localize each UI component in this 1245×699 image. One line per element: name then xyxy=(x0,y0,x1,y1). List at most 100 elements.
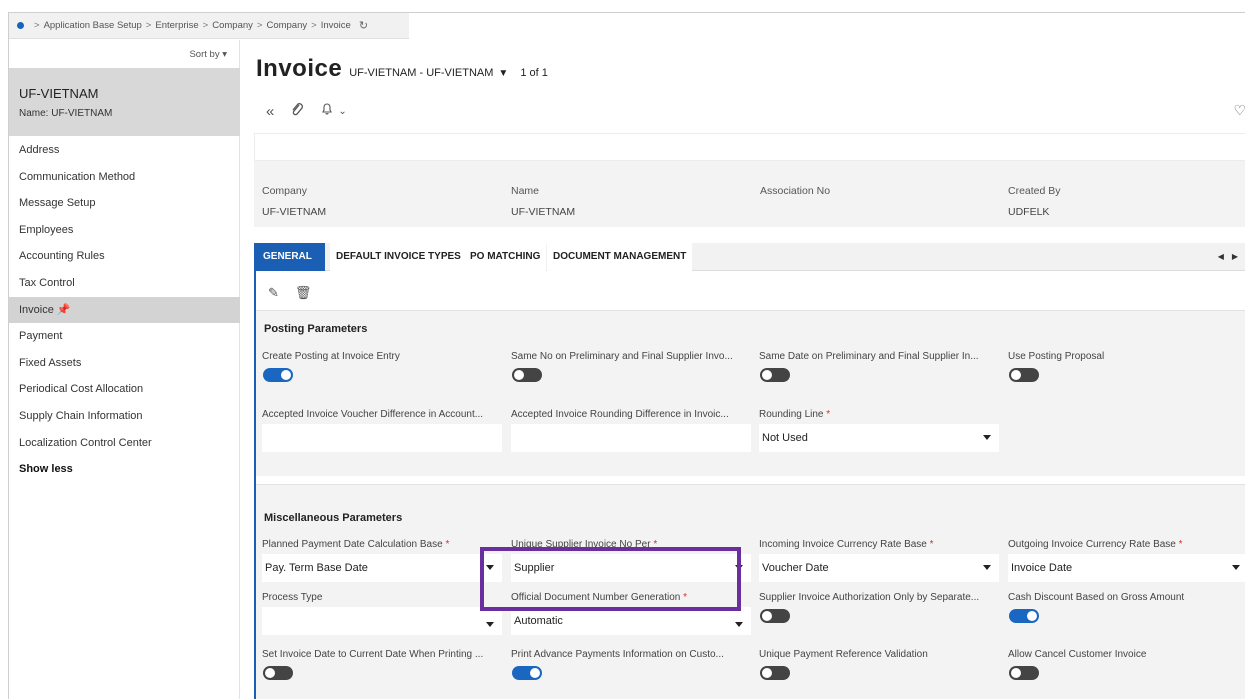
app-frame: > Application Base Setup > Enterprise > … xyxy=(8,12,1245,699)
sidebar-item-payment[interactable]: Payment xyxy=(9,323,240,350)
home-dot-icon[interactable] xyxy=(17,22,24,29)
unique-supplier-select[interactable]: Supplier xyxy=(511,554,751,582)
tab-po-matching[interactable]: PO MATCHING xyxy=(464,243,547,271)
name-value: UF-VIETNAM xyxy=(511,206,576,218)
create-posting-toggle[interactable] xyxy=(263,368,293,382)
incoming-rate-field: Incoming Invoice Currency Rate Base * Vo… xyxy=(759,539,999,582)
breadcrumb-item-company-2[interactable]: Company xyxy=(266,20,307,31)
posting-parameters-title: Posting Parameters xyxy=(264,323,368,335)
voucher-diff-input[interactable] xyxy=(262,424,502,452)
sidebar-item-address[interactable]: Address xyxy=(9,137,240,164)
misc-parameters-section: Miscellaneous Parameters Planned Payment… xyxy=(256,484,1245,699)
chevron-down-icon[interactable]: ⌄ xyxy=(338,106,346,117)
breadcrumb-item-company[interactable]: Company xyxy=(212,20,253,31)
planned-payment-value: Pay. Term Base Date xyxy=(265,562,368,574)
use-posting-proposal-field: Use Posting Proposal xyxy=(1008,351,1245,382)
sidebar-item-supply-chain-information[interactable]: Supply Chain Information xyxy=(9,403,240,430)
arrow-left-icon[interactable]: ◀ xyxy=(1218,252,1232,261)
misc-parameters-title: Miscellaneous Parameters xyxy=(264,512,403,524)
sidebar-item-localization-control-center[interactable]: Localization Control Center xyxy=(9,430,240,457)
sidebar-item-accounting-rules[interactable]: Accounting Rules xyxy=(9,243,240,270)
sidebar-item-fixed-assets[interactable]: Fixed Assets xyxy=(9,350,240,377)
tab-general[interactable]: GENERAL xyxy=(254,243,325,271)
outgoing-rate-value: Invoice Date xyxy=(1011,562,1073,574)
trash-icon[interactable]: 🗑 xyxy=(295,285,312,301)
outgoing-rate-label: Outgoing Invoice Currency Rate Base * xyxy=(1008,539,1245,550)
supplier-auth-toggle[interactable] xyxy=(760,609,790,623)
allow-cancel-toggle[interactable] xyxy=(1009,666,1039,680)
name-label: Name xyxy=(511,185,540,197)
sidebar-item-tax-control[interactable]: Tax Control xyxy=(9,270,240,297)
breadcrumb-item-enterprise[interactable]: Enterprise xyxy=(155,20,198,31)
supplier-auth-label: Supplier Invoice Authorization Only by S… xyxy=(759,592,980,603)
rounding-diff-input[interactable] xyxy=(511,424,751,452)
unique-payment-ref-toggle[interactable] xyxy=(760,666,790,680)
process-type-select[interactable] xyxy=(262,607,502,635)
required-mark: * xyxy=(929,539,934,550)
name-field: Name UF-VIETNAM xyxy=(511,185,751,218)
same-date-toggle[interactable] xyxy=(760,368,790,382)
chevron-down-icon: ▾ xyxy=(222,49,227,60)
process-type-label: Process Type xyxy=(262,592,323,603)
tabs-bar: GENERAL DEFAULT INVOICE TYPES PO MATCHIN… xyxy=(254,243,1245,271)
favorite-icon[interactable]: ♡ xyxy=(1233,102,1245,119)
pencil-icon[interactable]: ✎ xyxy=(268,285,279,301)
breadcrumb: > Application Base Setup > Enterprise > … xyxy=(9,13,409,39)
rounding-diff-label: Accepted Invoice Rounding Difference in … xyxy=(511,409,729,420)
official-doc-number-field: Official Document Number Generation * Au… xyxy=(511,592,751,635)
planned-payment-select[interactable]: Pay. Term Base Date xyxy=(262,554,502,582)
sidebar-nav: Address Communication Method Message Set… xyxy=(9,137,240,483)
planned-payment-label: Planned Payment Date Calculation Base * xyxy=(262,539,502,550)
unique-supplier-value: Supplier xyxy=(514,562,555,574)
record-title: UF-VIETNAM xyxy=(19,86,99,101)
toolbar: « ⌄ xyxy=(266,102,347,120)
rounding-line-label: Rounding Line * xyxy=(759,409,999,420)
official-doc-number-label-text: Official Document Number Generation xyxy=(511,592,681,603)
breadcrumb-item-app-base-setup[interactable]: Application Base Setup xyxy=(44,20,142,31)
sidebar-item-invoice[interactable]: Invoice 📌 xyxy=(9,296,240,324)
record-selector[interactable]: UF-VIETNAM - UF-VIETNAM ▼ xyxy=(349,67,508,79)
print-advance-toggle[interactable] xyxy=(512,666,542,680)
sidebar-item-message-setup[interactable]: Message Setup xyxy=(9,190,240,217)
posting-parameters-section: Posting Parameters Create Posting at Inv… xyxy=(256,310,1245,476)
cash-discount-toggle[interactable] xyxy=(1009,609,1039,623)
unique-supplier-field: Unique Supplier Invoice No Per * Supplie… xyxy=(511,539,751,582)
allow-cancel-field: Allow Cancel Customer Invoice xyxy=(1008,649,1245,680)
set-invoice-date-label: Set Invoice Date to Current Date When Pr… xyxy=(262,649,484,660)
same-no-field: Same No on Preliminary and Final Supplie… xyxy=(511,351,751,382)
sidebar-item-communication-method[interactable]: Communication Method xyxy=(9,164,240,191)
bell-icon[interactable] xyxy=(320,102,334,120)
tab-default-invoice-types[interactable]: DEFAULT INVOICE TYPES xyxy=(330,243,467,271)
sort-by-button[interactable]: Sort by ▾ xyxy=(189,49,227,60)
rounding-line-select[interactable]: Not Used xyxy=(759,424,999,452)
page-title: Invoice xyxy=(256,55,343,82)
sidebar-item-periodical-cost-allocation[interactable]: Periodical Cost Allocation xyxy=(9,376,240,403)
official-doc-number-select[interactable]: Automatic xyxy=(511,607,751,635)
show-less-link[interactable]: Show less xyxy=(9,456,240,483)
record-card[interactable]: UF-VIETNAM Name: UF-VIETNAM xyxy=(9,68,240,136)
header-card-top xyxy=(254,133,1245,161)
tab-scroll-arrows[interactable]: ◀▶ xyxy=(1218,252,1245,261)
tab-document-management[interactable]: DOCUMENT MANAGEMENT xyxy=(547,243,693,271)
rounding-line-label-text: Rounding Line xyxy=(759,409,824,420)
create-posting-field: Create Posting at Invoice Entry xyxy=(262,351,502,382)
dropdown-arrow-icon xyxy=(735,622,743,627)
refresh-icon[interactable]: ↻ xyxy=(359,19,368,32)
incoming-rate-label: Incoming Invoice Currency Rate Base * xyxy=(759,539,999,550)
cash-discount-label: Cash Discount Based on Gross Amount xyxy=(1008,592,1185,603)
collapse-left-icon[interactable]: « xyxy=(266,103,274,120)
incoming-rate-select[interactable]: Voucher Date xyxy=(759,554,999,582)
use-posting-proposal-label: Use Posting Proposal xyxy=(1008,351,1105,362)
sidebar: Sort by ▾ UF-VIETNAM Name: UF-VIETNAM Ad… xyxy=(9,40,240,699)
outgoing-rate-select[interactable]: Invoice Date xyxy=(1008,554,1245,582)
dropdown-arrow-icon xyxy=(735,565,743,570)
same-no-toggle[interactable] xyxy=(512,368,542,382)
set-invoice-date-toggle[interactable] xyxy=(263,666,293,680)
sidebar-item-employees[interactable]: Employees xyxy=(9,217,240,244)
paperclip-icon[interactable] xyxy=(290,102,304,120)
created-by-field: Created By UDFELK xyxy=(1008,185,1245,218)
same-date-field: Same Date on Preliminary and Final Suppl… xyxy=(759,351,999,382)
use-posting-proposal-toggle[interactable] xyxy=(1009,368,1039,382)
arrow-right-icon[interactable]: ▶ xyxy=(1232,252,1245,261)
main-area: Invoice UF-VIETNAM - UF-VIETNAM ▼ 1 of 1 … xyxy=(254,40,1245,699)
